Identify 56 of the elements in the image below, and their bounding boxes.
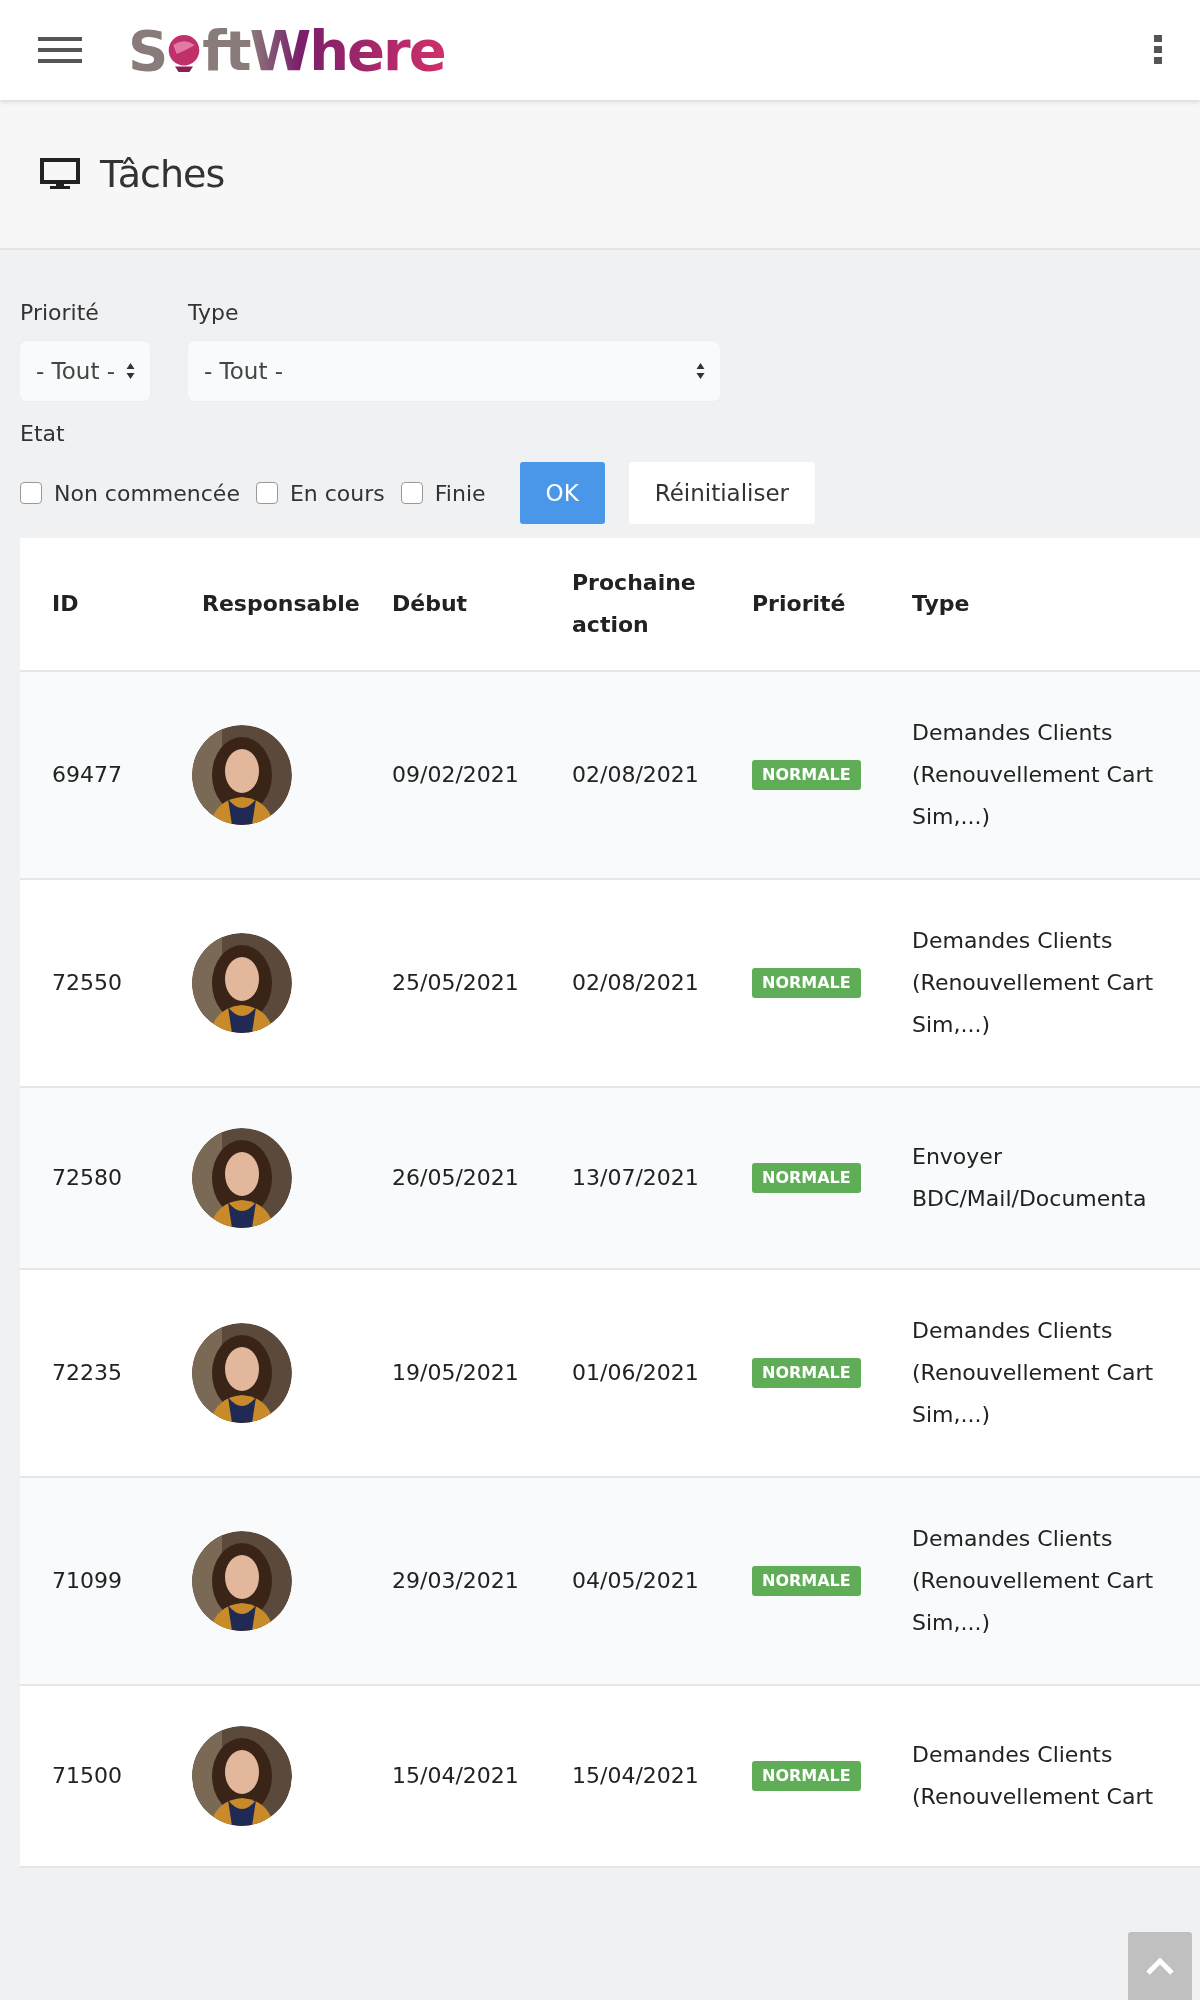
column-header: ID (51, 590, 80, 618)
scroll-to-top-button[interactable] (1128, 1932, 1192, 2000)
field-label: Priorité (20, 300, 100, 325)
column-header: Début (391, 590, 469, 618)
table-cell-text: 09/02/2021 (391, 761, 520, 789)
table-cell-text: 02/08/2021 (571, 969, 700, 997)
table-cell-text: 72580 (51, 1164, 123, 1192)
more-options-icon[interactable] (1154, 35, 1162, 65)
table-cell-text: 02/08/2021 (571, 761, 700, 789)
type-select[interactable]: - Tout - (188, 341, 720, 401)
sort-arrows-icon (125, 362, 136, 380)
checkbox-label: Finie (434, 480, 486, 506)
table-cell-text: Demandes Clients (Renouvellement Cart Sim,...) (911, 927, 1155, 1039)
table-cell-text: 13/07/2021 (571, 1164, 700, 1192)
checkbox[interactable] (20, 482, 42, 504)
table-cell-text: 01/06/2021 (571, 1359, 700, 1387)
table-cell-text: Demandes Clients (Renouvellement Cart Sim,...) (911, 719, 1155, 831)
table-cell-text: 72550 (51, 969, 123, 997)
priority-select[interactable]: - Tout - (20, 341, 150, 401)
column-header: Responsable (201, 590, 360, 618)
table-cell-text: 04/05/2021 (571, 1567, 700, 1595)
priority-badge: NORMALE (752, 760, 861, 790)
field-label: Etat (20, 421, 66, 446)
column-header: Type (911, 590, 971, 618)
table-cell-text: 29/03/2021 (391, 1567, 520, 1595)
menu-icon[interactable] (38, 35, 82, 65)
sort-arrows-icon (695, 362, 706, 380)
priority-badge: NORMALE (752, 1761, 861, 1791)
table-cell-text: 19/05/2021 (391, 1359, 520, 1387)
reset-button[interactable]: Réinitialiser (628, 462, 816, 524)
column-header: Priorité (751, 590, 847, 618)
checkbox[interactable] (255, 482, 278, 504)
table-cell-text: Demandes Clients (Renouvellement Cart Sim,...) (911, 1317, 1155, 1429)
priority-badge: NORMALE (752, 968, 861, 998)
table-cell-text: Demandes Clients (Renouvellement Cart Sim,...) (911, 1525, 1155, 1637)
page-title: Tâches (100, 152, 225, 196)
priority-badge: NORMALE (752, 1163, 861, 1193)
table-cell-text: Demandes Clients (Renouvellement Cart (911, 1741, 1155, 1811)
table-cell-text: 15/04/2021 (571, 1762, 700, 1790)
monitor-icon (40, 158, 80, 190)
priority-badge: NORMALE (752, 1566, 861, 1596)
table-cell-text: 25/05/2021 (391, 969, 520, 997)
checkbox-label: En cours (289, 480, 385, 506)
column-header: Prochaine action (571, 569, 697, 639)
field-label: Type (188, 300, 240, 325)
table-cell-text: 26/05/2021 (391, 1164, 520, 1192)
table-cell-text: 69477 (51, 761, 123, 789)
checkbox-label: Non commencée (54, 480, 240, 506)
table-cell-text: 72235 (51, 1359, 123, 1387)
priority-badge: NORMALE (752, 1358, 861, 1388)
checkbox[interactable] (400, 482, 423, 504)
table-cell-text: 71500 (51, 1762, 123, 1790)
table-cell-text: Envoyer BDC/Mail/Documenta (911, 1143, 1148, 1213)
table-cell-text: 15/04/2021 (391, 1762, 520, 1790)
chevron-up-icon (1145, 1956, 1175, 1976)
table-cell-text: 71099 (51, 1567, 123, 1595)
